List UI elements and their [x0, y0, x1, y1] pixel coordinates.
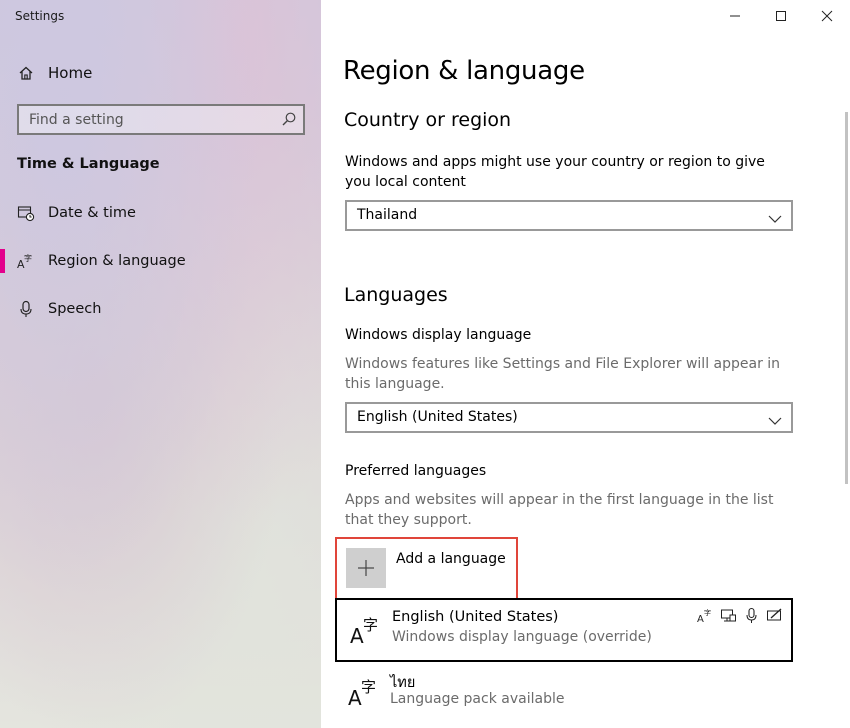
sidebar-item-speech[interactable]: Speech — [0, 289, 321, 329]
add-language-label: Add a language — [396, 551, 506, 567]
chevron-down-icon — [768, 412, 782, 425]
app-title: Settings — [15, 9, 65, 23]
display-language-selected-value: English (United States) — [357, 409, 518, 425]
display-language-label: Windows display language — [345, 327, 532, 343]
svg-text:A: A — [348, 686, 362, 707]
country-heading: Country or region — [344, 109, 512, 131]
chevron-down-icon — [768, 210, 782, 223]
section-title: Time & Language — [17, 156, 160, 172]
handwriting-icon — [766, 607, 783, 624]
language-icon: A字 — [350, 615, 382, 648]
scrollbar[interactable] — [845, 112, 848, 484]
country-description: Windows and apps might use your country … — [345, 154, 765, 190]
plus-icon — [346, 548, 386, 588]
svg-text:字: 字 — [363, 616, 378, 634]
sidebar-item-label: Speech — [48, 301, 102, 317]
preferred-languages-description: Apps and websites will appear in the fir… — [345, 492, 774, 528]
search-icon[interactable] — [281, 111, 297, 127]
language-status: Language pack available — [390, 691, 565, 707]
sidebar-item-label: Home — [48, 64, 93, 82]
sidebar-item-date-time[interactable]: Date & time — [0, 193, 321, 233]
svg-text:字: 字 — [361, 678, 376, 696]
text-to-speech-icon — [720, 607, 737, 624]
display-language-description: Windows features like Settings and File … — [345, 356, 781, 392]
country-dropdown[interactable]: Thailand — [345, 200, 793, 231]
svg-text:A: A — [350, 624, 364, 645]
maximize-icon — [775, 7, 787, 26]
language-features: A字 — [697, 607, 783, 625]
sidebar: Settings Home Time & Language Date & tim… — [0, 0, 321, 728]
search-box[interactable] — [17, 104, 305, 135]
language-icon: A字 — [17, 252, 35, 270]
languages-heading: Languages — [344, 284, 448, 306]
calendar-clock-icon — [17, 204, 35, 222]
active-indicator — [0, 249, 5, 273]
sidebar-item-region-language[interactable]: A字 Region & language — [0, 241, 321, 281]
main-content: Region & language Country or region Wind… — [321, 0, 850, 728]
maximize-button[interactable] — [758, 0, 804, 32]
home-icon — [17, 64, 35, 82]
language-icon: A字 — [348, 677, 380, 710]
preferred-languages-label: Preferred languages — [345, 463, 487, 479]
page-title: Region & language — [343, 56, 585, 86]
close-button[interactable] — [804, 0, 850, 32]
add-language-button[interactable]: Add a language — [335, 537, 518, 600]
speech-recognition-icon — [743, 607, 760, 624]
svg-text:字: 字 — [24, 253, 32, 263]
language-name: English (United States) — [392, 609, 559, 625]
display-language-dropdown[interactable]: English (United States) — [345, 402, 793, 433]
microphone-icon — [17, 300, 35, 318]
sidebar-item-label: Date & time — [48, 205, 136, 221]
display-language-icon: A字 — [697, 607, 714, 625]
svg-text:字: 字 — [704, 608, 711, 617]
sidebar-item-home[interactable]: Home — [0, 53, 321, 93]
window-controls — [712, 0, 850, 32]
language-list-item-english[interactable]: A字 English (United States) Windows displ… — [335, 598, 793, 662]
minimize-button[interactable] — [712, 0, 758, 32]
search-input[interactable] — [19, 106, 269, 133]
close-icon — [821, 7, 833, 26]
language-list-item-thai[interactable]: A字 ไทย Language pack available — [335, 662, 793, 726]
language-status: Windows display language (override) — [392, 629, 652, 645]
sidebar-item-label: Region & language — [48, 253, 186, 269]
country-selected-value: Thailand — [357, 207, 418, 223]
minimize-icon — [729, 7, 741, 26]
svg-text:A: A — [697, 614, 704, 624]
